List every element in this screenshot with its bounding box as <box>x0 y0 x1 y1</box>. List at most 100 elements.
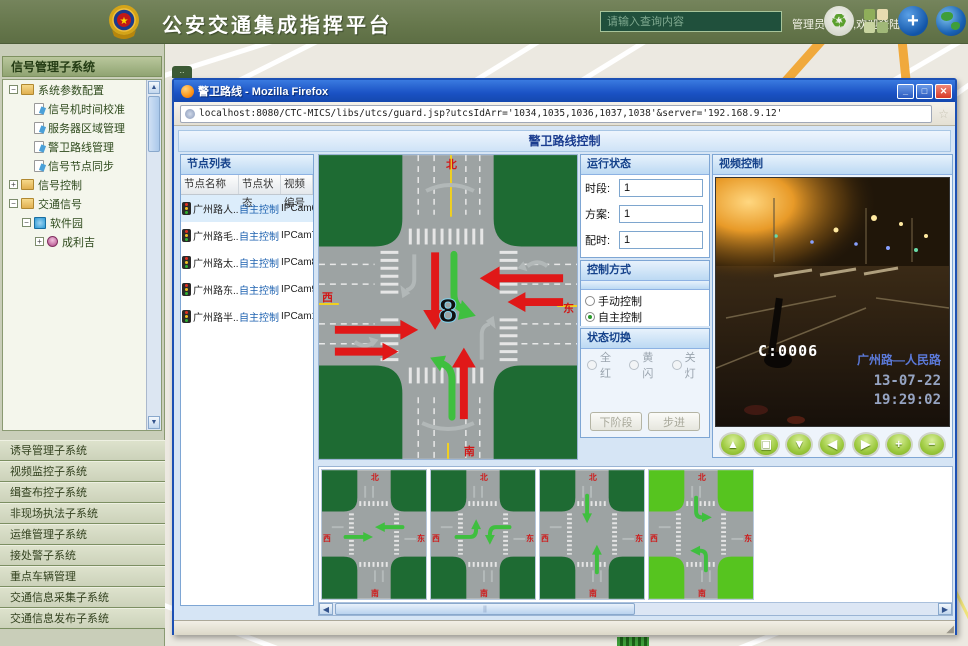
zoom-in-button[interactable]: + <box>885 432 913 457</box>
phase-thumbnail-2[interactable]: .ga{stroke:#3fbf3f;stroke-width:4;fill:n… <box>430 469 536 600</box>
globe-icon[interactable] <box>936 6 966 36</box>
table-row[interactable]: 广州路毛...自主控制IPCam7 <box>181 222 313 249</box>
radio-icon[interactable] <box>585 296 595 306</box>
traffic-light-icon <box>182 310 191 323</box>
window-titlebar[interactable]: 警卫路线 - Mozilla Firefox _ □ ✕ <box>174 80 955 102</box>
sidebar-item-诱导管理子系统[interactable]: 诱导管理子系统 <box>0 440 165 461</box>
phase-thumbnail-4[interactable]: .ga{stroke:#3fbf3f;stroke-width:4;fill:n… <box>648 469 754 600</box>
tree-item-警卫路线管理[interactable]: 警卫路线管理 <box>3 137 161 156</box>
close-button[interactable]: ✕ <box>935 84 952 99</box>
node-status-link[interactable]: 自主控制 <box>239 255 281 270</box>
sidebar-panel-title[interactable]: 信号管理子系统 <box>2 56 162 77</box>
state-switch-title: 状态切换 <box>581 329 709 349</box>
control-mode-title: 控制方式 <box>581 261 709 281</box>
table-row[interactable]: 广州路东...自主控制IPCam9 <box>181 276 313 303</box>
sidebar-item-非现场执法子系统[interactable]: 非现场执法子系统 <box>0 503 165 524</box>
collapse-icon[interactable]: − <box>9 85 18 94</box>
field-input[interactable] <box>619 205 703 223</box>
phase-thumbnail-strip: .ga{stroke:#3fbf3f;stroke-width:4;fill:n… <box>318 466 953 616</box>
tree-scrollbar[interactable]: ▲ ▼ <box>146 80 161 430</box>
pan-left-button[interactable]: ◀ <box>818 432 846 457</box>
sidebar-item-缉查布控子系统[interactable]: 缉查布控子系统 <box>0 482 165 503</box>
minimize-button[interactable]: _ <box>897 84 914 99</box>
sidebar-item-重点车辆管理[interactable]: 重点车辆管理 <box>0 566 165 587</box>
pan-up-button[interactable]: ▲ <box>719 432 747 457</box>
video-feed[interactable]: C:0006 广州路—人民路 13-07-22 19:29:02 <box>715 177 950 427</box>
url-text[interactable]: localhost:8080/CTC-MICS/libs/utcs/guard.… <box>199 108 782 119</box>
expand-icon[interactable]: + <box>9 180 18 189</box>
field-input[interactable] <box>619 231 703 249</box>
scroll-up-icon[interactable]: ▲ <box>148 81 160 94</box>
svg-text:南: 南 <box>698 588 706 598</box>
node-status-link[interactable]: 自主控制 <box>239 309 281 324</box>
recycle-icon[interactable]: ♻ <box>824 6 854 36</box>
field-input[interactable] <box>619 179 703 197</box>
traffic-light-icon <box>182 283 191 296</box>
tree-item-信号控制[interactable]: +信号控制 <box>3 175 161 194</box>
map-grid-icon[interactable] <box>862 6 892 36</box>
tree-item-信号节点同步[interactable]: 信号节点同步 <box>3 156 161 175</box>
scroll-left-icon[interactable]: ◀ <box>319 603 333 615</box>
radio-icon[interactable] <box>585 312 595 322</box>
resize-grip-icon[interactable]: ◢ <box>946 624 954 635</box>
search-input[interactable] <box>600 11 782 32</box>
node-video-cell: IPCam9 <box>281 284 313 295</box>
radio-icon[interactable] <box>629 360 639 370</box>
intersection-diagram[interactable]: 8 北 东 西 南 <box>318 154 578 460</box>
bookmark-star-icon[interactable]: ☆ <box>938 107 949 121</box>
pan-down-button[interactable]: ▼ <box>785 432 813 457</box>
sidebar-item-交通信息发布子系统[interactable]: 交通信息发布子系统 <box>0 608 165 629</box>
tree-item-服务器区域管理[interactable]: 服务器区域管理 <box>3 118 161 137</box>
svg-text:北: 北 <box>589 472 597 482</box>
node-status-link[interactable]: 自主控制 <box>239 228 281 243</box>
node-status-link[interactable]: 自主控制 <box>239 282 281 297</box>
radio-icon[interactable] <box>672 360 682 370</box>
stop-button[interactable]: ▣ <box>752 432 780 457</box>
radio-label: 黄闪 <box>642 349 662 381</box>
phase-thumbnail-3[interactable]: .ga{stroke:#3fbf3f;stroke-width:4;fill:n… <box>539 469 645 600</box>
horizontal-scrollbar[interactable]: ◀ || ▶ <box>319 602 952 615</box>
tree-item-软件园[interactable]: −软件园 <box>3 213 161 232</box>
svg-text:西: 西 <box>323 534 331 543</box>
url-box[interactable]: localhost:8080/CTC-MICS/libs/utcs/guard.… <box>180 105 932 123</box>
tree-item-信号机时间校准[interactable]: 信号机时间校准 <box>3 99 161 118</box>
disabled-radio-黄闪[interactable]: 黄闪 <box>629 357 662 373</box>
control-mode-divider <box>581 281 709 290</box>
doc-icon <box>34 160 44 172</box>
node-status-link[interactable]: 自主控制 <box>239 201 281 216</box>
zoom-out-button[interactable]: − <box>918 432 946 457</box>
pan-right-button[interactable]: ▶ <box>852 432 880 457</box>
window-title: 警卫路线 - Mozilla Firefox <box>198 83 895 99</box>
disabled-radio-关灯[interactable]: 关灯 <box>672 357 705 373</box>
collapse-icon[interactable]: − <box>22 218 31 227</box>
tree-item-交通信号[interactable]: − 交通信号 <box>3 194 161 213</box>
radio-icon[interactable] <box>587 360 597 370</box>
scroll-right-icon[interactable]: ▶ <box>938 603 952 615</box>
table-row[interactable]: 广州路太...自主控制IPCam8 <box>181 249 313 276</box>
scroll-down-icon[interactable]: ▼ <box>148 416 160 429</box>
expand-icon[interactable]: + <box>35 237 44 246</box>
sidebar-item-运维管理子系统[interactable]: 运维管理子系统 <box>0 524 165 545</box>
tree-scroll-thumb[interactable] <box>148 96 160 152</box>
table-row[interactable]: 广州路半...自主控制IPCam10 <box>181 303 313 330</box>
state-switch-panel: 状态切换 全红黄闪关灯 下阶段步进 <box>580 328 710 438</box>
tree-item-系统参数配置[interactable]: −系统参数配置 <box>3 80 161 99</box>
sidebar-item-视频监控子系统[interactable]: 视频监控子系统 <box>0 461 165 482</box>
add-icon[interactable]: + <box>898 6 928 36</box>
button-下阶段[interactable]: 下阶段 <box>590 412 642 431</box>
tree-item-成利吉[interactable]: +成利吉 <box>3 232 161 251</box>
node-table-header: 节点名称节点状态视频编号 <box>181 175 313 195</box>
radio-option-自主控制[interactable]: 自主控制 <box>585 309 705 325</box>
maximize-button[interactable]: □ <box>916 84 933 99</box>
field-label: 方案: <box>585 206 619 222</box>
radio-option-手动控制[interactable]: 手动控制 <box>585 293 705 309</box>
sidebar-item-交通信息采集子系统[interactable]: 交通信息采集子系统 <box>0 587 165 608</box>
scroll-thumb[interactable]: || <box>335 603 635 615</box>
sidebar-item-接处警子系统[interactable]: 接处警子系统 <box>0 545 165 566</box>
collapsed-panel-tab[interactable]: .. <box>172 66 192 78</box>
phase-thumbnail-1[interactable]: .ga{stroke:#3fbf3f;stroke-width:4;fill:n… <box>321 469 427 600</box>
tree-item-label: 交通信号 <box>38 196 82 212</box>
disabled-radio-全红[interactable]: 全红 <box>587 357 620 373</box>
collapse-icon[interactable]: − <box>9 199 18 208</box>
button-步进[interactable]: 步进 <box>648 412 700 431</box>
